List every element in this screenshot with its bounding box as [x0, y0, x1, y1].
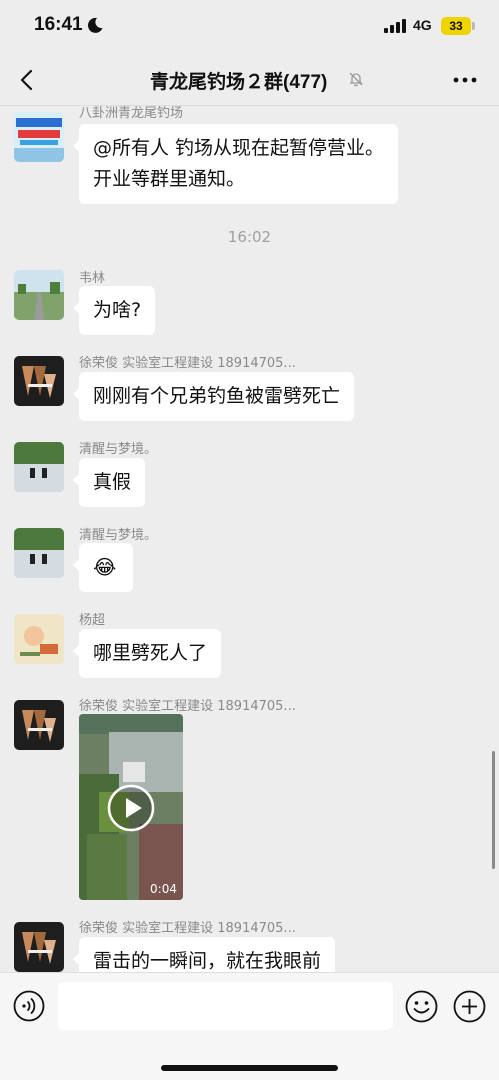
message-bubble[interactable]: 雷击的一瞬间，就在我眼前	[72, 937, 336, 972]
sender-name: 清醒与梦境。	[79, 528, 158, 543]
network-type: 4G	[413, 17, 432, 33]
message-bubble[interactable]: 😂	[73, 543, 133, 592]
avatar[interactable]	[14, 356, 64, 406]
emoji-icon[interactable]	[405, 990, 438, 1023]
message-text: 雷击的一瞬间，就在我眼前	[93, 950, 322, 972]
plus-icon[interactable]	[453, 990, 486, 1023]
sender-name: 杨超	[79, 613, 106, 628]
avatar[interactable]	[14, 528, 64, 578]
message-bubble[interactable]: 哪里劈死人了	[72, 629, 222, 678]
moon-icon	[87, 17, 103, 33]
avatar[interactable]	[14, 112, 64, 162]
message-bubble[interactable]: 刚刚有个兄弟钓鱼被雷劈死亡	[72, 372, 355, 421]
message-text: 哪里劈死人了	[93, 642, 208, 664]
battery-indicator: 33	[441, 17, 471, 35]
laughing-emoji: 😂	[93, 555, 117, 579]
fishing-avatar-image	[14, 442, 64, 492]
chat-title[interactable]: 青龙尾钓场２群(477)	[150, 67, 327, 94]
chat-messages[interactable]: 八卦洲青龙尾钓场 @所有人 钓场从现在起暂停营业。 开业等群里通知。 16:02…	[0, 106, 499, 972]
scrollbar[interactable]	[492, 751, 495, 869]
bell-muted-icon	[349, 72, 363, 87]
video-message[interactable]: 0:04	[79, 714, 183, 900]
status-time: 16:41	[34, 14, 83, 35]
timestamp: 16:02	[227, 228, 272, 246]
avatar[interactable]	[14, 922, 64, 972]
message-bubble[interactable]: @所有人 钓场从现在起暂停营业。 开业等群里通知。	[72, 124, 399, 204]
sender-name: 清醒与梦境。	[79, 442, 158, 457]
logo-avatar-image	[14, 700, 64, 750]
sender-name: 徐荣俊 实验室工程建设 18914705...	[79, 921, 296, 936]
cartoon-avatar-image	[14, 614, 64, 664]
message-line: 开业等群里通知。	[93, 168, 246, 190]
input-bar	[0, 972, 499, 1080]
logo-avatar-image	[14, 356, 64, 406]
message-bubble[interactable]: 为啥?	[72, 286, 156, 335]
avatar[interactable]	[14, 700, 64, 750]
video-duration: 0:04	[150, 882, 177, 896]
sender-name: 韦林	[79, 271, 106, 286]
avatar[interactable]	[14, 442, 64, 492]
road-avatar-image	[14, 270, 64, 320]
sender-name: 徐荣俊 实验室工程建设 18914705...	[79, 699, 296, 714]
battery-level: 33	[449, 19, 463, 33]
more-dots-icon[interactable]	[450, 66, 480, 94]
message-input[interactable]	[58, 982, 393, 1030]
message-line: @所有人 钓场从现在起暂停营业。	[93, 137, 385, 159]
voice-icon[interactable]	[13, 990, 45, 1022]
store-avatar-image	[14, 112, 64, 162]
sender-name: 八卦洲青龙尾钓场	[79, 106, 184, 121]
avatar[interactable]	[14, 270, 64, 320]
message-text: 刚刚有个兄弟钓鱼被雷劈死亡	[93, 385, 341, 407]
message-text: 为啥?	[93, 299, 142, 321]
message-text: 真假	[93, 471, 132, 493]
logo-avatar-image	[14, 922, 64, 972]
battery-tip	[472, 22, 475, 30]
message-bubble[interactable]: 真假	[72, 458, 146, 507]
fishing-avatar-image	[14, 528, 64, 578]
chevron-left-icon[interactable]	[14, 66, 42, 94]
avatar[interactable]	[14, 614, 64, 664]
signal-bars-icon	[384, 19, 406, 33]
home-indicator[interactable]	[161, 1065, 338, 1071]
nav-bar: 青龙尾钓场２群(477)	[0, 54, 499, 106]
play-icon[interactable]	[107, 784, 155, 832]
sender-name: 徐荣俊 实验室工程建设 18914705...	[79, 356, 296, 371]
status-bar: 16:41 4G 33	[0, 0, 499, 54]
